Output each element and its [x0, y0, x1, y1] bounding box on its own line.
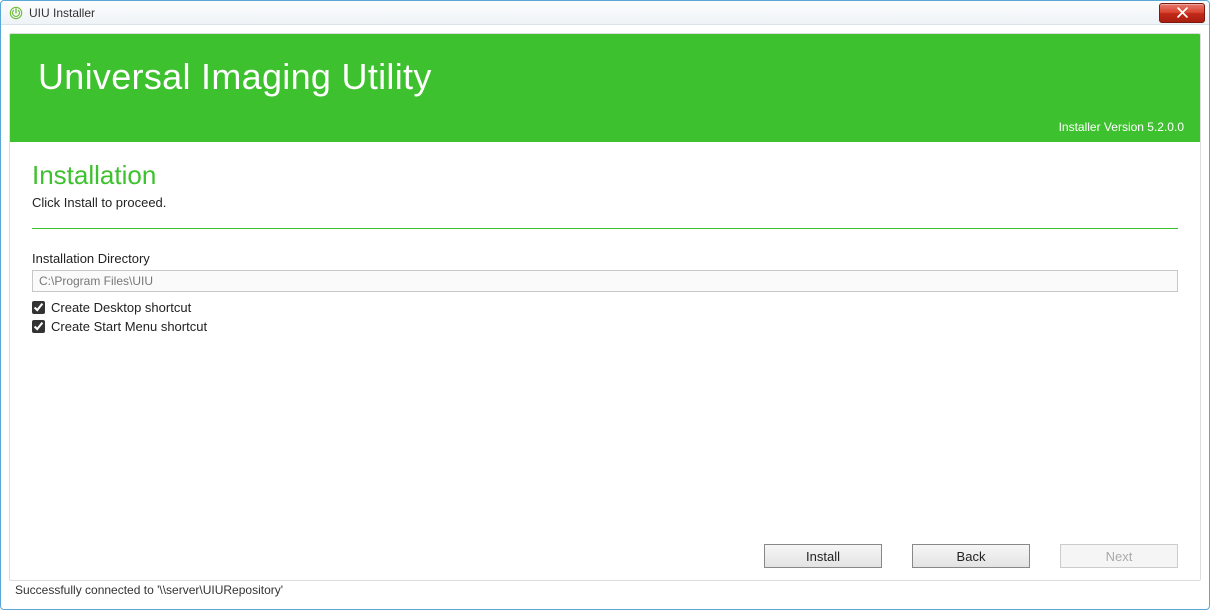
back-button[interactable]: Back: [912, 544, 1030, 568]
install-dir-input[interactable]: [32, 270, 1178, 292]
inner-panel: Universal Imaging Utility Installer Vers…: [9, 33, 1201, 581]
titlebar: UIU Installer: [1, 1, 1209, 25]
shortcut-options: Create Desktop shortcut Create Start Men…: [32, 298, 1178, 335]
close-button[interactable]: [1159, 3, 1205, 23]
desktop-shortcut-checkbox[interactable]: [32, 301, 45, 314]
product-name: Universal Imaging Utility: [38, 56, 1172, 98]
section-subtext: Click Install to proceed.: [32, 195, 1178, 210]
wizard-buttons: Install Back Next: [764, 544, 1178, 568]
startmenu-shortcut-label: Create Start Menu shortcut: [51, 319, 207, 334]
status-bar: Successfully connected to '\\server\UIUR…: [9, 581, 1201, 601]
desktop-shortcut-row[interactable]: Create Desktop shortcut: [32, 298, 1178, 316]
power-icon: [9, 6, 23, 20]
divider: [32, 228, 1178, 229]
startmenu-shortcut-row[interactable]: Create Start Menu shortcut: [32, 317, 1178, 335]
section-heading: Installation: [32, 160, 1178, 191]
status-text: Successfully connected to '\\server\UIUR…: [15, 583, 283, 597]
close-icon: [1177, 7, 1188, 18]
content-wrapper: Universal Imaging Utility Installer Vers…: [1, 25, 1209, 609]
install-button[interactable]: Install: [764, 544, 882, 568]
next-button[interactable]: Next: [1060, 544, 1178, 568]
stage: Installation Click Install to proceed. I…: [10, 142, 1200, 580]
install-dir-label: Installation Directory: [32, 251, 1178, 266]
desktop-shortcut-label: Create Desktop shortcut: [51, 300, 191, 315]
startmenu-shortcut-checkbox[interactable]: [32, 320, 45, 333]
window-title: UIU Installer: [29, 6, 95, 20]
banner: Universal Imaging Utility Installer Vers…: [10, 34, 1200, 142]
installer-window: UIU Installer Universal Imaging Utility …: [0, 0, 1210, 610]
installer-version: Installer Version 5.2.0.0: [1059, 120, 1184, 134]
